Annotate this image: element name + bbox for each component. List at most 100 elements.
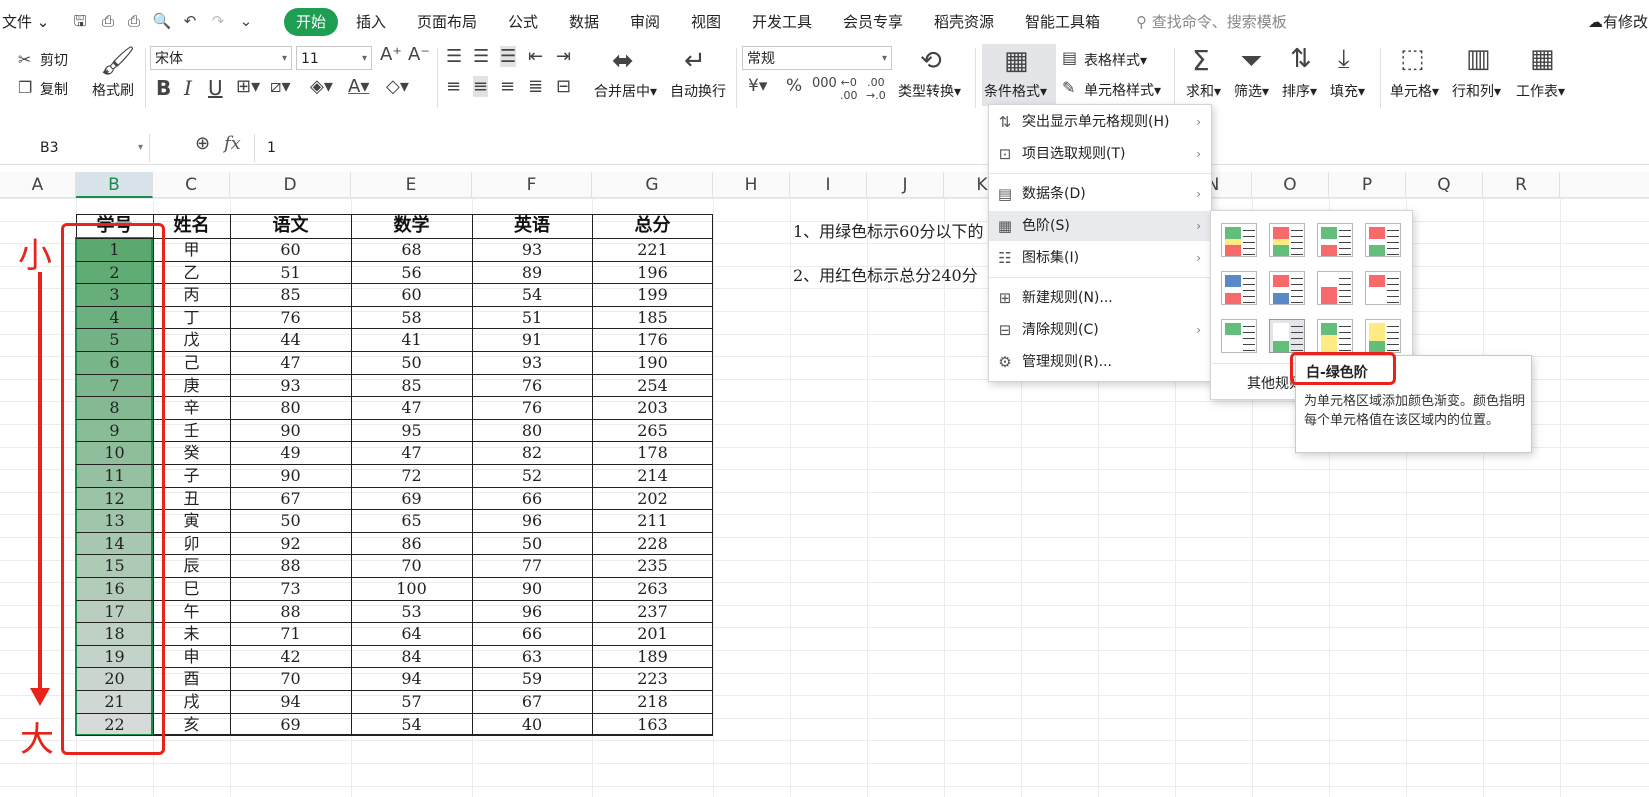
column-header-h[interactable]: H bbox=[713, 172, 790, 198]
menu-item-color-scale[interactable]: ▦ 色阶(S) › bbox=[989, 211, 1211, 241]
auto-wrap-button[interactable]: 自动换行 bbox=[670, 81, 726, 101]
table-cell[interactable]: 185 bbox=[592, 306, 713, 329]
table-header-cell[interactable]: 总分 bbox=[592, 214, 713, 238]
color-scale-swatch[interactable] bbox=[1365, 319, 1401, 353]
table-cell[interactable]: 64 bbox=[351, 622, 472, 645]
table-cell[interactable]: 65 bbox=[351, 509, 472, 532]
tab-member[interactable]: 会员专享 bbox=[843, 11, 903, 32]
undo-icon[interactable]: ↶ bbox=[180, 11, 200, 31]
table-cell[interactable]: 40 bbox=[472, 713, 592, 736]
increase-indent-icon[interactable]: ⇥ bbox=[556, 46, 571, 67]
tab-data[interactable]: 数据 bbox=[569, 11, 599, 32]
table-cell[interactable]: 85 bbox=[230, 283, 351, 306]
decrease-font-icon[interactable]: A⁻ bbox=[408, 44, 430, 65]
table-cell[interactable]: 95 bbox=[351, 419, 472, 442]
table-cell[interactable]: 76 bbox=[472, 374, 592, 397]
column-header-a[interactable]: A bbox=[0, 172, 76, 198]
table-cell[interactable]: 201 bbox=[592, 622, 713, 645]
table-cell[interactable]: 199 bbox=[592, 283, 713, 306]
table-cell[interactable]: 86 bbox=[351, 532, 472, 555]
table-cell[interactable]: 85 bbox=[351, 374, 472, 397]
underline-icon[interactable]: U bbox=[208, 76, 223, 100]
table-cell[interactable]: 93 bbox=[230, 374, 351, 397]
column-header-r[interactable]: R bbox=[1483, 172, 1560, 198]
table-cell[interactable]: 47 bbox=[351, 396, 472, 419]
fill-button[interactable]: 填充▾ bbox=[1330, 81, 1365, 101]
table-cell[interactable]: 66 bbox=[472, 487, 592, 510]
table-cell[interactable]: 51 bbox=[472, 306, 592, 329]
percent-icon[interactable]: % bbox=[786, 76, 802, 96]
table-cell[interactable]: 265 bbox=[592, 419, 713, 442]
table-cell[interactable]: 93 bbox=[472, 238, 592, 261]
table-cell[interactable]: 54 bbox=[351, 713, 472, 736]
align-left-icon[interactable]: ≡ bbox=[446, 76, 461, 97]
table-cell[interactable]: 88 bbox=[230, 600, 351, 623]
table-cell[interactable]: 42 bbox=[230, 645, 351, 668]
align-right-icon[interactable]: ≡ bbox=[500, 76, 515, 97]
table-cell[interactable]: 90 bbox=[230, 464, 351, 487]
table-cell[interactable]: 218 bbox=[592, 690, 713, 713]
font-name-select[interactable]: 宋体 ▾ bbox=[150, 46, 292, 70]
table-cell[interactable]: 211 bbox=[592, 509, 713, 532]
table-cell[interactable]: 50 bbox=[351, 351, 472, 374]
table-cell[interactable]: 49 bbox=[230, 441, 351, 464]
cell-button[interactable]: 单元格▾ bbox=[1390, 81, 1439, 101]
menu-item-icon-set[interactable]: ☷ 图标集(I) › bbox=[989, 243, 1211, 273]
color-scale-swatch[interactable] bbox=[1221, 223, 1257, 257]
decrease-decimal-icon[interactable]: .00 →.0 bbox=[866, 76, 886, 102]
table-cell[interactable]: 63 bbox=[472, 645, 592, 668]
clear-format-icon[interactable]: ◇▾ bbox=[386, 76, 409, 97]
table-cell[interactable]: 66 bbox=[472, 622, 592, 645]
table-cell[interactable]: 57 bbox=[351, 690, 472, 713]
tab-docer[interactable]: 稻壳资源 bbox=[934, 11, 994, 32]
table-cell[interactable]: 80 bbox=[472, 419, 592, 442]
table-cell[interactable]: 254 bbox=[592, 374, 713, 397]
table-cell[interactable]: 92 bbox=[230, 532, 351, 555]
table-cell[interactable]: 70 bbox=[351, 554, 472, 577]
color-scale-swatch[interactable] bbox=[1221, 271, 1257, 305]
table-cell[interactable]: 89 bbox=[472, 261, 592, 284]
tab-review[interactable]: 审阅 bbox=[630, 11, 660, 32]
table-cell[interactable]: 72 bbox=[351, 464, 472, 487]
table-cell[interactable]: 237 bbox=[592, 600, 713, 623]
table-cell[interactable]: 228 bbox=[592, 532, 713, 555]
table-cell[interactable]: 54 bbox=[472, 283, 592, 306]
column-header-c[interactable]: C bbox=[153, 172, 230, 198]
table-cell[interactable]: 96 bbox=[472, 509, 592, 532]
thousands-icon[interactable]: 000 bbox=[812, 76, 837, 91]
table-cell[interactable]: 69 bbox=[351, 487, 472, 510]
export-pdf-icon[interactable]: ⎙ bbox=[98, 11, 118, 31]
table-cell[interactable]: 196 bbox=[592, 261, 713, 284]
color-scale-swatch[interactable] bbox=[1221, 319, 1257, 353]
align-bottom-icon[interactable]: ☰ bbox=[500, 46, 517, 67]
table-header-cell[interactable]: 语文 bbox=[230, 214, 351, 238]
table-cell[interactable]: 90 bbox=[230, 419, 351, 442]
italic-icon[interactable]: I bbox=[184, 76, 192, 100]
table-cell[interactable]: 91 bbox=[472, 328, 592, 351]
column-header-e[interactable]: E bbox=[351, 172, 472, 198]
table-cell[interactable]: 235 bbox=[592, 554, 713, 577]
column-header-o[interactable]: O bbox=[1252, 172, 1329, 198]
table-cell[interactable]: 67 bbox=[472, 690, 592, 713]
column-header-q[interactable]: Q bbox=[1406, 172, 1483, 198]
table-cell[interactable]: 96 bbox=[472, 600, 592, 623]
table-cell[interactable]: 59 bbox=[472, 667, 592, 690]
copy-button[interactable]: 复制 bbox=[40, 79, 68, 99]
table-header-cell[interactable]: 英语 bbox=[472, 214, 592, 238]
table-cell[interactable]: 60 bbox=[351, 283, 472, 306]
number-format-select[interactable]: 常规 ▾ bbox=[742, 46, 892, 70]
table-cell[interactable]: 163 bbox=[592, 713, 713, 736]
redo-icon[interactable]: ↷ bbox=[208, 11, 228, 31]
format-painter-button[interactable]: 格式刷 bbox=[92, 80, 134, 100]
cut-button[interactable]: 剪切 bbox=[40, 50, 68, 70]
align-top-icon[interactable]: ☰ bbox=[446, 46, 462, 67]
table-cell[interactable]: 221 bbox=[592, 238, 713, 261]
menu-item-new-rule[interactable]: ⊞ 新建规则(N)... bbox=[989, 283, 1211, 313]
table-cell[interactable]: 71 bbox=[230, 622, 351, 645]
column-header-p[interactable]: P bbox=[1329, 172, 1406, 198]
command-search[interactable]: ⚲ 查找命令、搜索模板 bbox=[1136, 11, 1287, 32]
border-icon[interactable]: ⊞▾ bbox=[236, 76, 260, 97]
type-convert-button[interactable]: 类型转换▾ bbox=[898, 81, 961, 101]
table-cell[interactable]: 190 bbox=[592, 351, 713, 374]
menu-item-data-bar[interactable]: ▤ 数据条(D) › bbox=[989, 179, 1211, 209]
